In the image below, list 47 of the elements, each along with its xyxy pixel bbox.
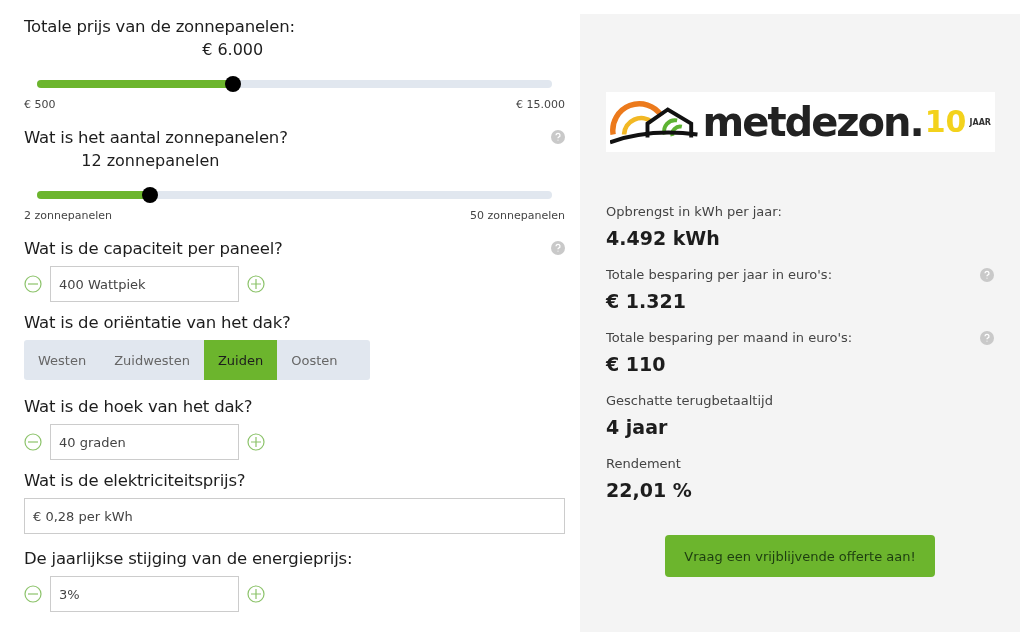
question-label: Totale prijs van de zonnepanelen: bbox=[24, 16, 295, 36]
minus-button[interactable] bbox=[24, 433, 42, 451]
question-label: Wat is de elektriciteitsprijs? bbox=[24, 470, 246, 490]
help-icon[interactable] bbox=[551, 130, 565, 144]
question-label: Wat is de oriëntatie van het dak? bbox=[24, 312, 291, 332]
slider-thumb[interactable] bbox=[224, 76, 241, 92]
help-icon[interactable] bbox=[980, 330, 994, 345]
result-label: Geschatte terugbetaaltijd bbox=[606, 393, 773, 408]
question-label: De jaarlijkse stijging van de energieprijs: bbox=[24, 548, 353, 568]
result-value: € 110 bbox=[606, 353, 667, 375]
question-label: Wat is de capaciteit per paneel? bbox=[24, 238, 283, 258]
plus-button[interactable] bbox=[247, 585, 265, 603]
anniversary-unit: JAAR bbox=[969, 117, 991, 127]
slider-max: 50 zonnepanelen bbox=[470, 209, 565, 222]
minus-button[interactable] bbox=[24, 275, 42, 293]
orientation-option[interactable]: Zuiden bbox=[203, 340, 278, 380]
result-value: € 1.321 bbox=[606, 290, 687, 312]
slider-value: 12 zonnepanelen bbox=[81, 151, 220, 170]
result-label: Opbrengst in kWh per jaar: bbox=[606, 204, 782, 219]
plus-button[interactable] bbox=[247, 275, 265, 293]
input-field[interactable]: 3% bbox=[50, 576, 239, 612]
minus-button[interactable] bbox=[24, 585, 42, 603]
result-label: Rendement bbox=[606, 456, 681, 471]
question-label: Wat is de hoek van het dak? bbox=[24, 396, 253, 416]
slider-thumb[interactable] bbox=[142, 187, 159, 203]
result-label: Totale besparing per jaar in euro's: bbox=[606, 267, 833, 282]
question-label: Wat is het aantal zonnepanelen? bbox=[24, 127, 288, 147]
result-label: Totale besparing per maand in euro's: bbox=[606, 330, 853, 345]
orientation-option[interactable]: Zuidwesten bbox=[100, 340, 204, 380]
result-value: 4 jaar bbox=[606, 416, 669, 438]
slider-max: € 15.000 bbox=[516, 98, 565, 111]
slider-value: € 6.000 bbox=[202, 40, 264, 59]
logo-wordmark: metdezon. bbox=[702, 102, 923, 142]
input-field[interactable]: 40 graden bbox=[50, 424, 239, 460]
quote-button[interactable]: Vraag een vrijblijvende offerte aan! bbox=[665, 535, 935, 577]
slider-min: 2 zonnepanelen bbox=[24, 209, 112, 222]
help-icon[interactable] bbox=[551, 241, 565, 255]
anniversary-number: 10 bbox=[924, 107, 967, 137]
help-icon[interactable] bbox=[980, 267, 994, 282]
orientation-option[interactable]: Westen bbox=[24, 340, 101, 380]
orientation-option[interactable]: Oosten bbox=[277, 340, 352, 380]
result-value: 22,01 % bbox=[606, 479, 693, 501]
result-value: 4.492 kWh bbox=[606, 227, 721, 249]
input-field[interactable]: 400 Wattpiek bbox=[50, 266, 239, 302]
slider-min: € 500 bbox=[24, 98, 56, 111]
input-field[interactable]: € 0,28 per kWh bbox=[24, 498, 565, 534]
plus-button[interactable] bbox=[247, 433, 265, 451]
